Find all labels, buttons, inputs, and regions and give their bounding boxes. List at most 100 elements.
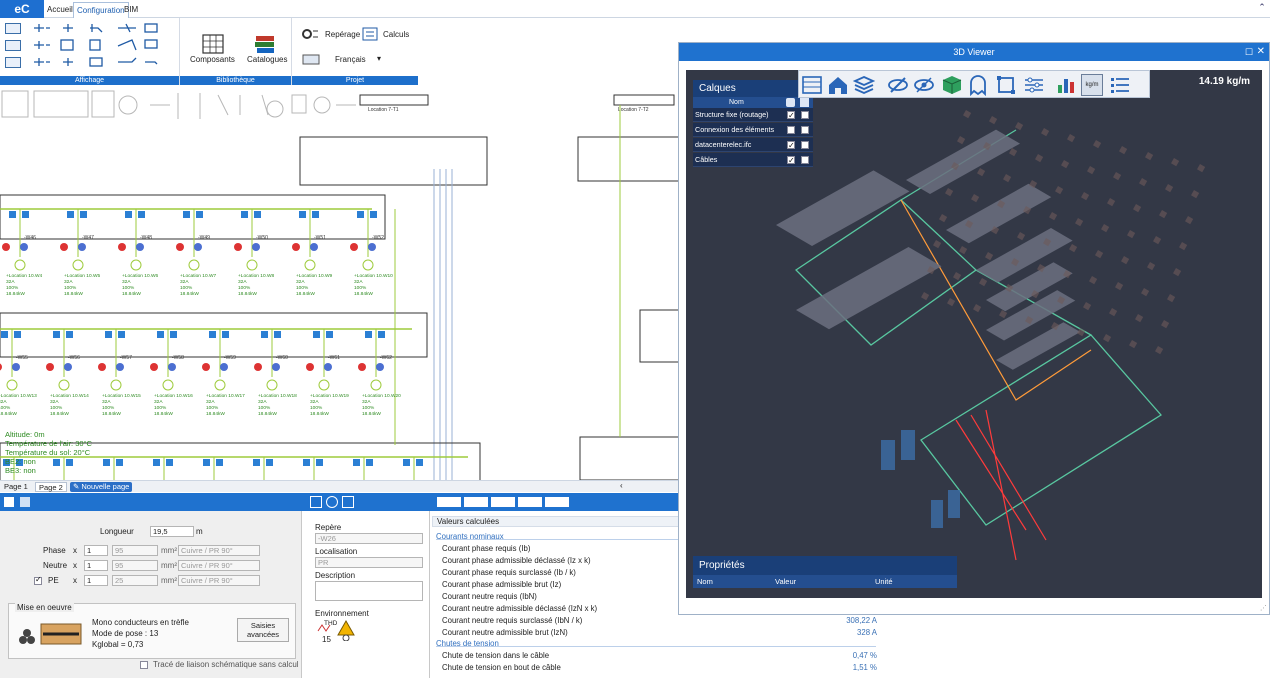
- breaker-icon[interactable]: [209, 331, 216, 338]
- location-icon[interactable]: [326, 496, 338, 508]
- protection-icon[interactable]: [46, 363, 54, 371]
- table-icon[interactable]: [801, 74, 823, 96]
- load-icon[interactable]: [266, 379, 278, 391]
- maximize-icon[interactable]: ☐: [1245, 43, 1253, 61]
- protection-icon[interactable]: [272, 363, 280, 371]
- phase-section-input[interactable]: 95: [112, 545, 158, 556]
- layer-lock-checkbox[interactable]: [801, 126, 809, 134]
- breaker-icon[interactable]: [241, 211, 248, 218]
- catalogues-icon[interactable]: [252, 32, 278, 56]
- load-icon[interactable]: [162, 379, 174, 391]
- language-icon[interactable]: [302, 52, 322, 66]
- table-view-1-icon[interactable]: [437, 497, 461, 507]
- protection-icon[interactable]: [78, 243, 86, 251]
- breaker-icon[interactable]: [183, 211, 190, 218]
- kgm-toggle-button[interactable]: kg/m: [1081, 74, 1103, 96]
- new-page-tab[interactable]: ✎ Nouvelle page: [70, 482, 133, 492]
- phase-count-input[interactable]: 1: [84, 545, 108, 556]
- pe-count-input[interactable]: 1: [84, 575, 108, 586]
- hide-icon[interactable]: [887, 74, 909, 96]
- tab-accueil[interactable]: Accueil: [44, 2, 76, 18]
- breaker-icon[interactable]: [299, 211, 306, 218]
- components-button-label[interactable]: Composants: [190, 55, 235, 64]
- meter-icon[interactable]: [80, 211, 87, 218]
- layer-item[interactable]: Câbles: [693, 153, 813, 168]
- settings-sliders-icon[interactable]: [1023, 74, 1045, 96]
- load-icon[interactable]: [214, 379, 226, 391]
- localisation-input[interactable]: PR: [315, 557, 423, 568]
- protection-icon[interactable]: [368, 243, 376, 251]
- protection-icon[interactable]: [0, 363, 2, 371]
- breaker-icon[interactable]: [303, 459, 310, 466]
- meter-icon[interactable]: [274, 331, 281, 338]
- isolate-icon[interactable]: [913, 74, 935, 96]
- breaker-icon[interactable]: [313, 331, 320, 338]
- description-input[interactable]: [315, 581, 423, 601]
- protection-icon[interactable]: [98, 363, 106, 371]
- ribbon-collapse-icon[interactable]: ⌃: [1256, 2, 1268, 14]
- load-icon[interactable]: [362, 259, 374, 271]
- protection-icon[interactable]: [306, 363, 314, 371]
- breaker-icon[interactable]: [157, 331, 164, 338]
- load-icon[interactable]: [14, 259, 26, 271]
- protection-icon[interactable]: [118, 243, 126, 251]
- bounding-box-icon[interactable]: [995, 74, 1017, 96]
- breaker-icon[interactable]: [1, 331, 8, 338]
- load-icon[interactable]: [110, 379, 122, 391]
- breaker-icon[interactable]: [105, 331, 112, 338]
- meter-icon[interactable]: [14, 331, 21, 338]
- protection-icon[interactable]: [194, 243, 202, 251]
- neutre-section-input[interactable]: 95: [112, 560, 158, 571]
- breaker-icon[interactable]: [253, 459, 260, 466]
- meter-icon[interactable]: [326, 331, 333, 338]
- load-icon[interactable]: [130, 259, 142, 271]
- app-logo[interactable]: eC: [0, 0, 44, 18]
- layer-visible-checkbox[interactable]: [787, 109, 795, 123]
- protection-icon[interactable]: [176, 243, 184, 251]
- protection-icon[interactable]: [220, 363, 228, 371]
- protection-icon[interactable]: [12, 363, 20, 371]
- layer-visible-checkbox[interactable]: [787, 154, 795, 168]
- load-icon[interactable]: [318, 379, 330, 391]
- table-view-3-icon[interactable]: [491, 497, 515, 507]
- breaker-icon[interactable]: [353, 459, 360, 466]
- load-icon[interactable]: [6, 379, 18, 391]
- meter-icon[interactable]: [222, 331, 229, 338]
- pe-material-select[interactable]: Cuivre / PR 90°: [178, 575, 260, 586]
- table-view-4-icon[interactable]: [518, 497, 542, 507]
- protection-icon[interactable]: [310, 243, 318, 251]
- load-icon[interactable]: [370, 379, 382, 391]
- grid-icon[interactable]: [5, 40, 21, 51]
- load-icon[interactable]: [246, 259, 258, 271]
- scroll-left-icon[interactable]: ‹: [620, 481, 623, 490]
- protection-icon[interactable]: [202, 363, 210, 371]
- breaker-icon[interactable]: [403, 459, 410, 466]
- calculs-button[interactable]: Calculs: [383, 30, 409, 39]
- breaker-icon[interactable]: [153, 459, 160, 466]
- neutre-count-input[interactable]: 1: [84, 560, 108, 571]
- edit-icon[interactable]: [310, 496, 322, 508]
- fit-icon[interactable]: [342, 496, 354, 508]
- table-icon[interactable]: [5, 57, 21, 68]
- layer-visible-checkbox[interactable]: [787, 139, 795, 153]
- schematic-canvas[interactable]: Location 7-T1 Location 7-T2 -W46 +Locatio…: [0, 85, 680, 480]
- meter-icon[interactable]: [118, 331, 125, 338]
- meter-icon[interactable]: [316, 459, 323, 466]
- components-icon[interactable]: [200, 32, 226, 56]
- protection-icon[interactable]: [292, 243, 300, 251]
- viewer-title-bar[interactable]: 3D Viewer ☐ ✕: [679, 43, 1269, 61]
- meter-icon[interactable]: [216, 459, 223, 466]
- breaker-icon[interactable]: [365, 331, 372, 338]
- 3d-viewport[interactable]: Calques Nom Structure fixe (routage) Con…: [686, 70, 1262, 598]
- list-mode-icon[interactable]: [20, 497, 30, 507]
- breaker-icon[interactable]: [125, 211, 132, 218]
- view-mode-icon[interactable]: [4, 497, 14, 507]
- meter-icon[interactable]: [416, 459, 423, 466]
- display-tools-icon[interactable]: [30, 22, 175, 70]
- calculator-icon[interactable]: [362, 27, 380, 41]
- protection-icon[interactable]: [64, 363, 72, 371]
- layer-item[interactable]: Structure fixe (routage): [693, 108, 813, 123]
- layer-item[interactable]: Connexion des éléments: [693, 123, 813, 137]
- protection-icon[interactable]: [252, 243, 260, 251]
- tab-bim[interactable]: BIM: [121, 2, 141, 18]
